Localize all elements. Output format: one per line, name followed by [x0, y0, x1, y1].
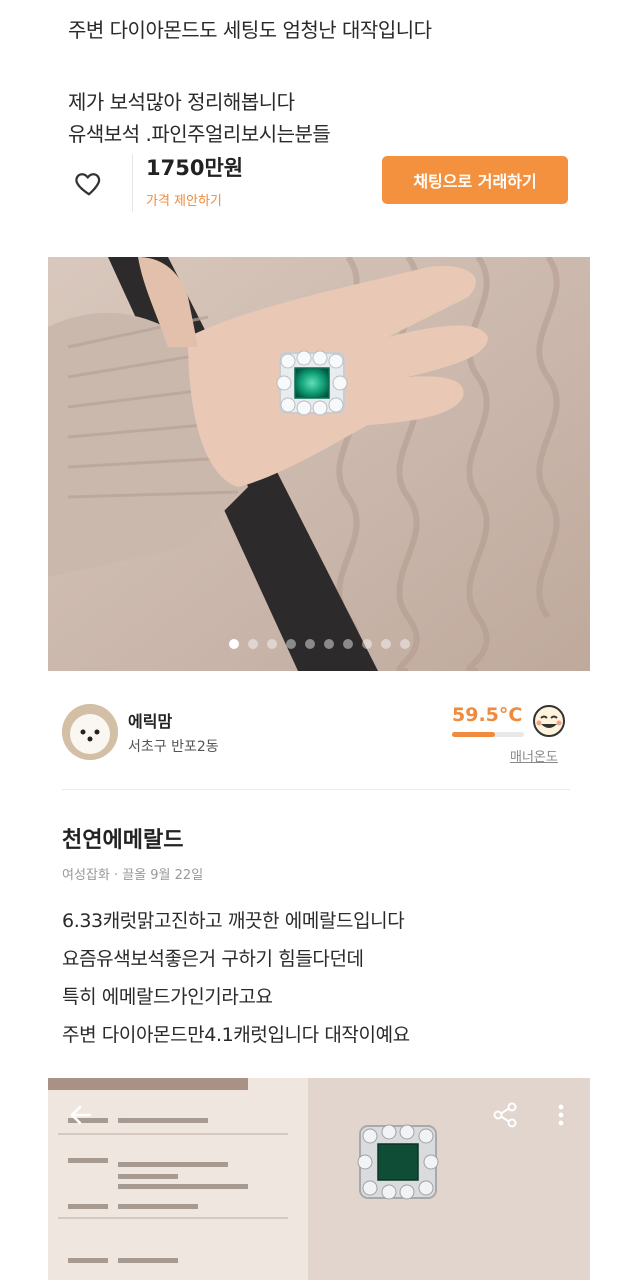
- page-indicator-dot: [247, 639, 258, 649]
- page-indicator-dot: [399, 639, 410, 649]
- page-indicator-dot: [285, 639, 296, 649]
- page-indicator-dot: [380, 639, 391, 649]
- page-indicator-dot: [323, 639, 334, 649]
- certificate-photo[interactable]: [48, 1078, 590, 1280]
- chat-trade-button[interactable]: 채팅으로 거래하기: [382, 156, 568, 204]
- photo-page-indicator: [48, 639, 590, 649]
- price-offer-link[interactable]: 가격 제안하기: [146, 190, 222, 209]
- seller-location: 서초구 반포2동: [128, 739, 219, 755]
- price-bar: 1750만원 가격 제안하기 채팅으로 거래하기: [50, 140, 590, 222]
- share-icon[interactable]: [490, 1100, 520, 1130]
- avatar[interactable]: [62, 704, 118, 760]
- page-indicator-dot: [342, 639, 353, 649]
- smile-face-icon: [533, 705, 565, 737]
- emerald-ring: [276, 350, 348, 416]
- post-body-line: 요즘유색보석좋은거 구하기 힘들다던데: [62, 948, 364, 970]
- seller-nickname: 에릭맘: [128, 712, 173, 731]
- post-body-line: 주변 다이아몬드만4.1캐럿입니다 대작이예요: [62, 1024, 410, 1046]
- price: 1750만원: [146, 156, 244, 180]
- temperature-bar-fill: [452, 732, 495, 737]
- post-body-line: 특히 에메랄드가인기라고요: [62, 986, 273, 1008]
- seller-profile[interactable]: 에릭맘 서초구 반포2동 59.5°C 매너온도: [60, 700, 580, 770]
- ring-on-hand-image: [48, 257, 590, 671]
- manner-temperature: 59.5°C: [452, 704, 523, 726]
- page-indicator-dot: [361, 639, 372, 649]
- section-divider: [62, 789, 570, 790]
- manner-temperature-label[interactable]: 매너온도: [510, 746, 558, 765]
- description-line-2: 제가 보석많아 정리해봅니다: [68, 90, 295, 114]
- post-body-line: 6.33캐럿맑고진하고 깨끗한 에메랄드입니다: [62, 910, 405, 932]
- heart-outline-icon[interactable]: [74, 168, 104, 198]
- more-vertical-icon[interactable]: [546, 1100, 576, 1130]
- back-arrow-icon[interactable]: [66, 1100, 96, 1130]
- description-line-1: 주변 다이아몬드도 세팅도 엄청난 대작입니다: [68, 18, 432, 42]
- price-divider: [132, 154, 133, 212]
- post-meta[interactable]: 여성잡화 · 끌올 9월 22일: [62, 864, 203, 883]
- page-indicator-dot: [266, 639, 277, 649]
- post-title: 천연에메랄드: [62, 828, 184, 853]
- page-indicator-dot: [304, 639, 315, 649]
- page-indicator-dot: [228, 639, 239, 649]
- product-photo[interactable]: [48, 257, 590, 671]
